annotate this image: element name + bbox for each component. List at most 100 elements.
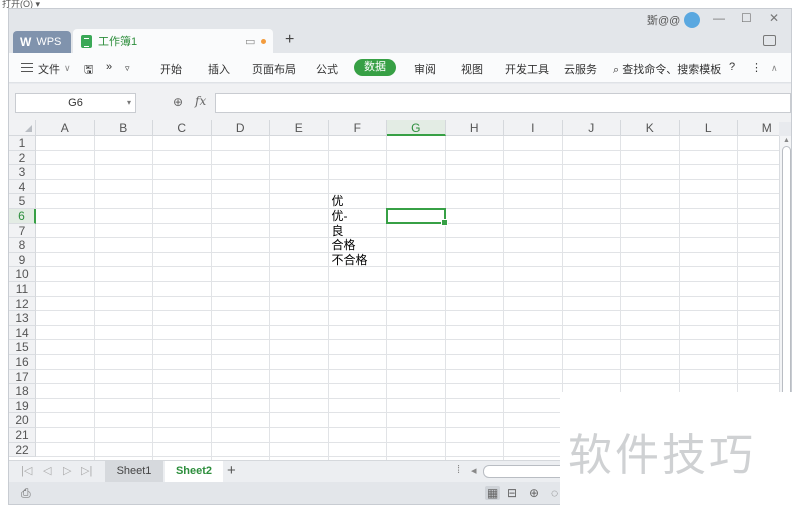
column-header-d[interactable]: D: [211, 120, 270, 136]
row-header-21[interactable]: 21: [9, 428, 36, 443]
reading-mode-icon[interactable]: ⊕: [529, 486, 539, 500]
monitor-icon[interactable]: ▭: [245, 35, 255, 48]
column-header-k[interactable]: K: [621, 120, 680, 136]
side-panel-icon[interactable]: [763, 35, 776, 46]
cell-f5[interactable]: 优: [332, 194, 344, 208]
sheet-tab-sheet1[interactable]: Sheet1: [105, 461, 163, 482]
grid-column-line: [386, 136, 387, 460]
name-box-dropdown-icon[interactable]: ▾: [127, 94, 131, 112]
select-all-corner[interactable]: [9, 120, 36, 136]
name-box-value: G6: [68, 97, 83, 109]
zoom-lookup-icon[interactable]: ⊕: [173, 95, 183, 109]
menu-tab-view[interactable]: 视图: [461, 61, 483, 77]
row-header-1[interactable]: 1: [9, 136, 36, 151]
tab-wps[interactable]: W WPS: [13, 31, 71, 53]
name-box[interactable]: G6 ▾: [15, 93, 136, 113]
fx-button[interactable]: fx: [195, 94, 206, 108]
more-button[interactable]: ⋮: [751, 61, 762, 74]
user-account[interactable]: 斲@@: [647, 12, 701, 28]
row-header-8[interactable]: 8: [9, 238, 36, 253]
row-header-10[interactable]: 10: [9, 267, 36, 282]
eye-protect-icon[interactable]: ◌: [551, 486, 558, 500]
grid-row-line: [36, 354, 779, 355]
menu-tab-formulas[interactable]: 公式: [316, 61, 338, 77]
scroll-divider-icon[interactable]: ⁞: [457, 464, 460, 476]
column-header-l[interactable]: L: [679, 120, 738, 136]
column-header-a[interactable]: A: [36, 120, 95, 136]
row-header-16[interactable]: 16: [9, 355, 36, 370]
menu-tab-data[interactable]: 数据: [354, 59, 396, 76]
top-fragment: 打开(O) ▾: [0, 0, 800, 8]
column-header-i[interactable]: I: [504, 120, 563, 136]
row-header-12[interactable]: 12: [9, 296, 36, 312]
save-icon[interactable]: 🖫: [84, 61, 93, 80]
cell-f8[interactable]: 合格: [332, 238, 356, 252]
next-sheet-icon[interactable]: ▷: [63, 464, 71, 477]
column-header-g[interactable]: G: [387, 120, 446, 136]
row-header-14[interactable]: 14: [9, 325, 36, 341]
scroll-up-icon[interactable]: ▲: [783, 137, 790, 144]
grid-row-line: [36, 266, 779, 268]
row-header-19[interactable]: 19: [9, 398, 36, 414]
menu-tab-developer[interactable]: 开发工具: [505, 61, 549, 77]
row-header-3[interactable]: 3: [9, 165, 36, 180]
column-header-e[interactable]: E: [270, 120, 329, 136]
row-header-11[interactable]: 11: [9, 282, 36, 297]
collapse-ribbon-icon[interactable]: ∧: [771, 63, 778, 74]
menu-tab-insert[interactable]: 插入: [208, 61, 230, 77]
column-header-c[interactable]: C: [153, 120, 212, 136]
last-sheet-icon[interactable]: ▷|: [81, 464, 92, 477]
menu-tab-review[interactable]: 审阅: [414, 61, 436, 77]
selected-cell[interactable]: [386, 208, 447, 226]
menu-tab-page-layout[interactable]: 页面布局: [252, 61, 296, 77]
page-break-view-icon[interactable]: ⊟: [507, 486, 517, 500]
row-header-6[interactable]: 6: [9, 209, 36, 224]
cell-f9[interactable]: 不合格: [332, 253, 368, 267]
column-header-m[interactable]: M: [738, 120, 779, 136]
minimize-button[interactable]: —: [713, 11, 725, 25]
sheet-tab-sheet2[interactable]: Sheet2: [165, 461, 223, 482]
formula-input[interactable]: [215, 93, 791, 113]
tab-workbook[interactable]: 工作簿1 ▭: [73, 29, 273, 53]
maximize-button[interactable]: ☐: [741, 11, 752, 25]
cell-f7[interactable]: 良: [332, 224, 344, 238]
grid-column-line: [327, 136, 329, 460]
file-menu[interactable]: 文件: [38, 61, 60, 77]
row-header-13[interactable]: 13: [9, 311, 36, 326]
prev-sheet-icon[interactable]: ◁: [43, 464, 51, 477]
grid-row-line: [36, 368, 779, 370]
menu-bar: 文件 ∨ 🖫 » ▿ 开始 插入 页面布局 公式 数据 审阅 视图 开发工具 云…: [9, 53, 791, 83]
row-header-2[interactable]: 2: [9, 150, 36, 166]
column-header-f[interactable]: F: [328, 120, 387, 136]
customize-icon[interactable]: ▿: [125, 63, 130, 74]
help-button[interactable]: ?: [729, 61, 735, 73]
column-header-h[interactable]: H: [445, 120, 504, 136]
scroll-left-icon[interactable]: ◂: [471, 464, 477, 477]
add-sheet-button[interactable]: +: [227, 462, 236, 479]
more-arrows-icon[interactable]: »: [106, 61, 112, 73]
menu-tab-home[interactable]: 开始: [160, 61, 182, 77]
row-header-7[interactable]: 7: [9, 223, 36, 239]
cell-f6[interactable]: 优-: [332, 209, 348, 223]
avatar[interactable]: [684, 12, 701, 28]
column-header-j[interactable]: J: [562, 120, 621, 136]
row-header-18[interactable]: 18: [9, 384, 36, 399]
chevron-down-icon[interactable]: ∨: [64, 63, 71, 74]
column-header-b[interactable]: B: [94, 120, 153, 136]
command-search[interactable]: ⌕ 查找命令、搜索模板: [613, 61, 721, 77]
row-header-22[interactable]: 22: [9, 442, 36, 458]
row-header-9[interactable]: 9: [9, 252, 36, 268]
normal-view-icon[interactable]: ▦: [485, 486, 501, 500]
menu-icon[interactable]: [21, 63, 33, 72]
first-sheet-icon[interactable]: |◁: [21, 464, 32, 477]
close-button[interactable]: ✕: [769, 11, 779, 25]
new-tab-button[interactable]: +: [285, 31, 294, 49]
row-header-4[interactable]: 4: [9, 179, 36, 195]
row-header-20[interactable]: 20: [9, 413, 36, 428]
row-header-5[interactable]: 5: [9, 194, 36, 209]
grid-column-line: [444, 136, 446, 460]
row-header-15[interactable]: 15: [9, 340, 36, 355]
row-header-17[interactable]: 17: [9, 369, 36, 385]
menu-tab-cloud[interactable]: 云服务: [564, 61, 597, 77]
macro-icon[interactable]: ⎙: [21, 486, 31, 501]
